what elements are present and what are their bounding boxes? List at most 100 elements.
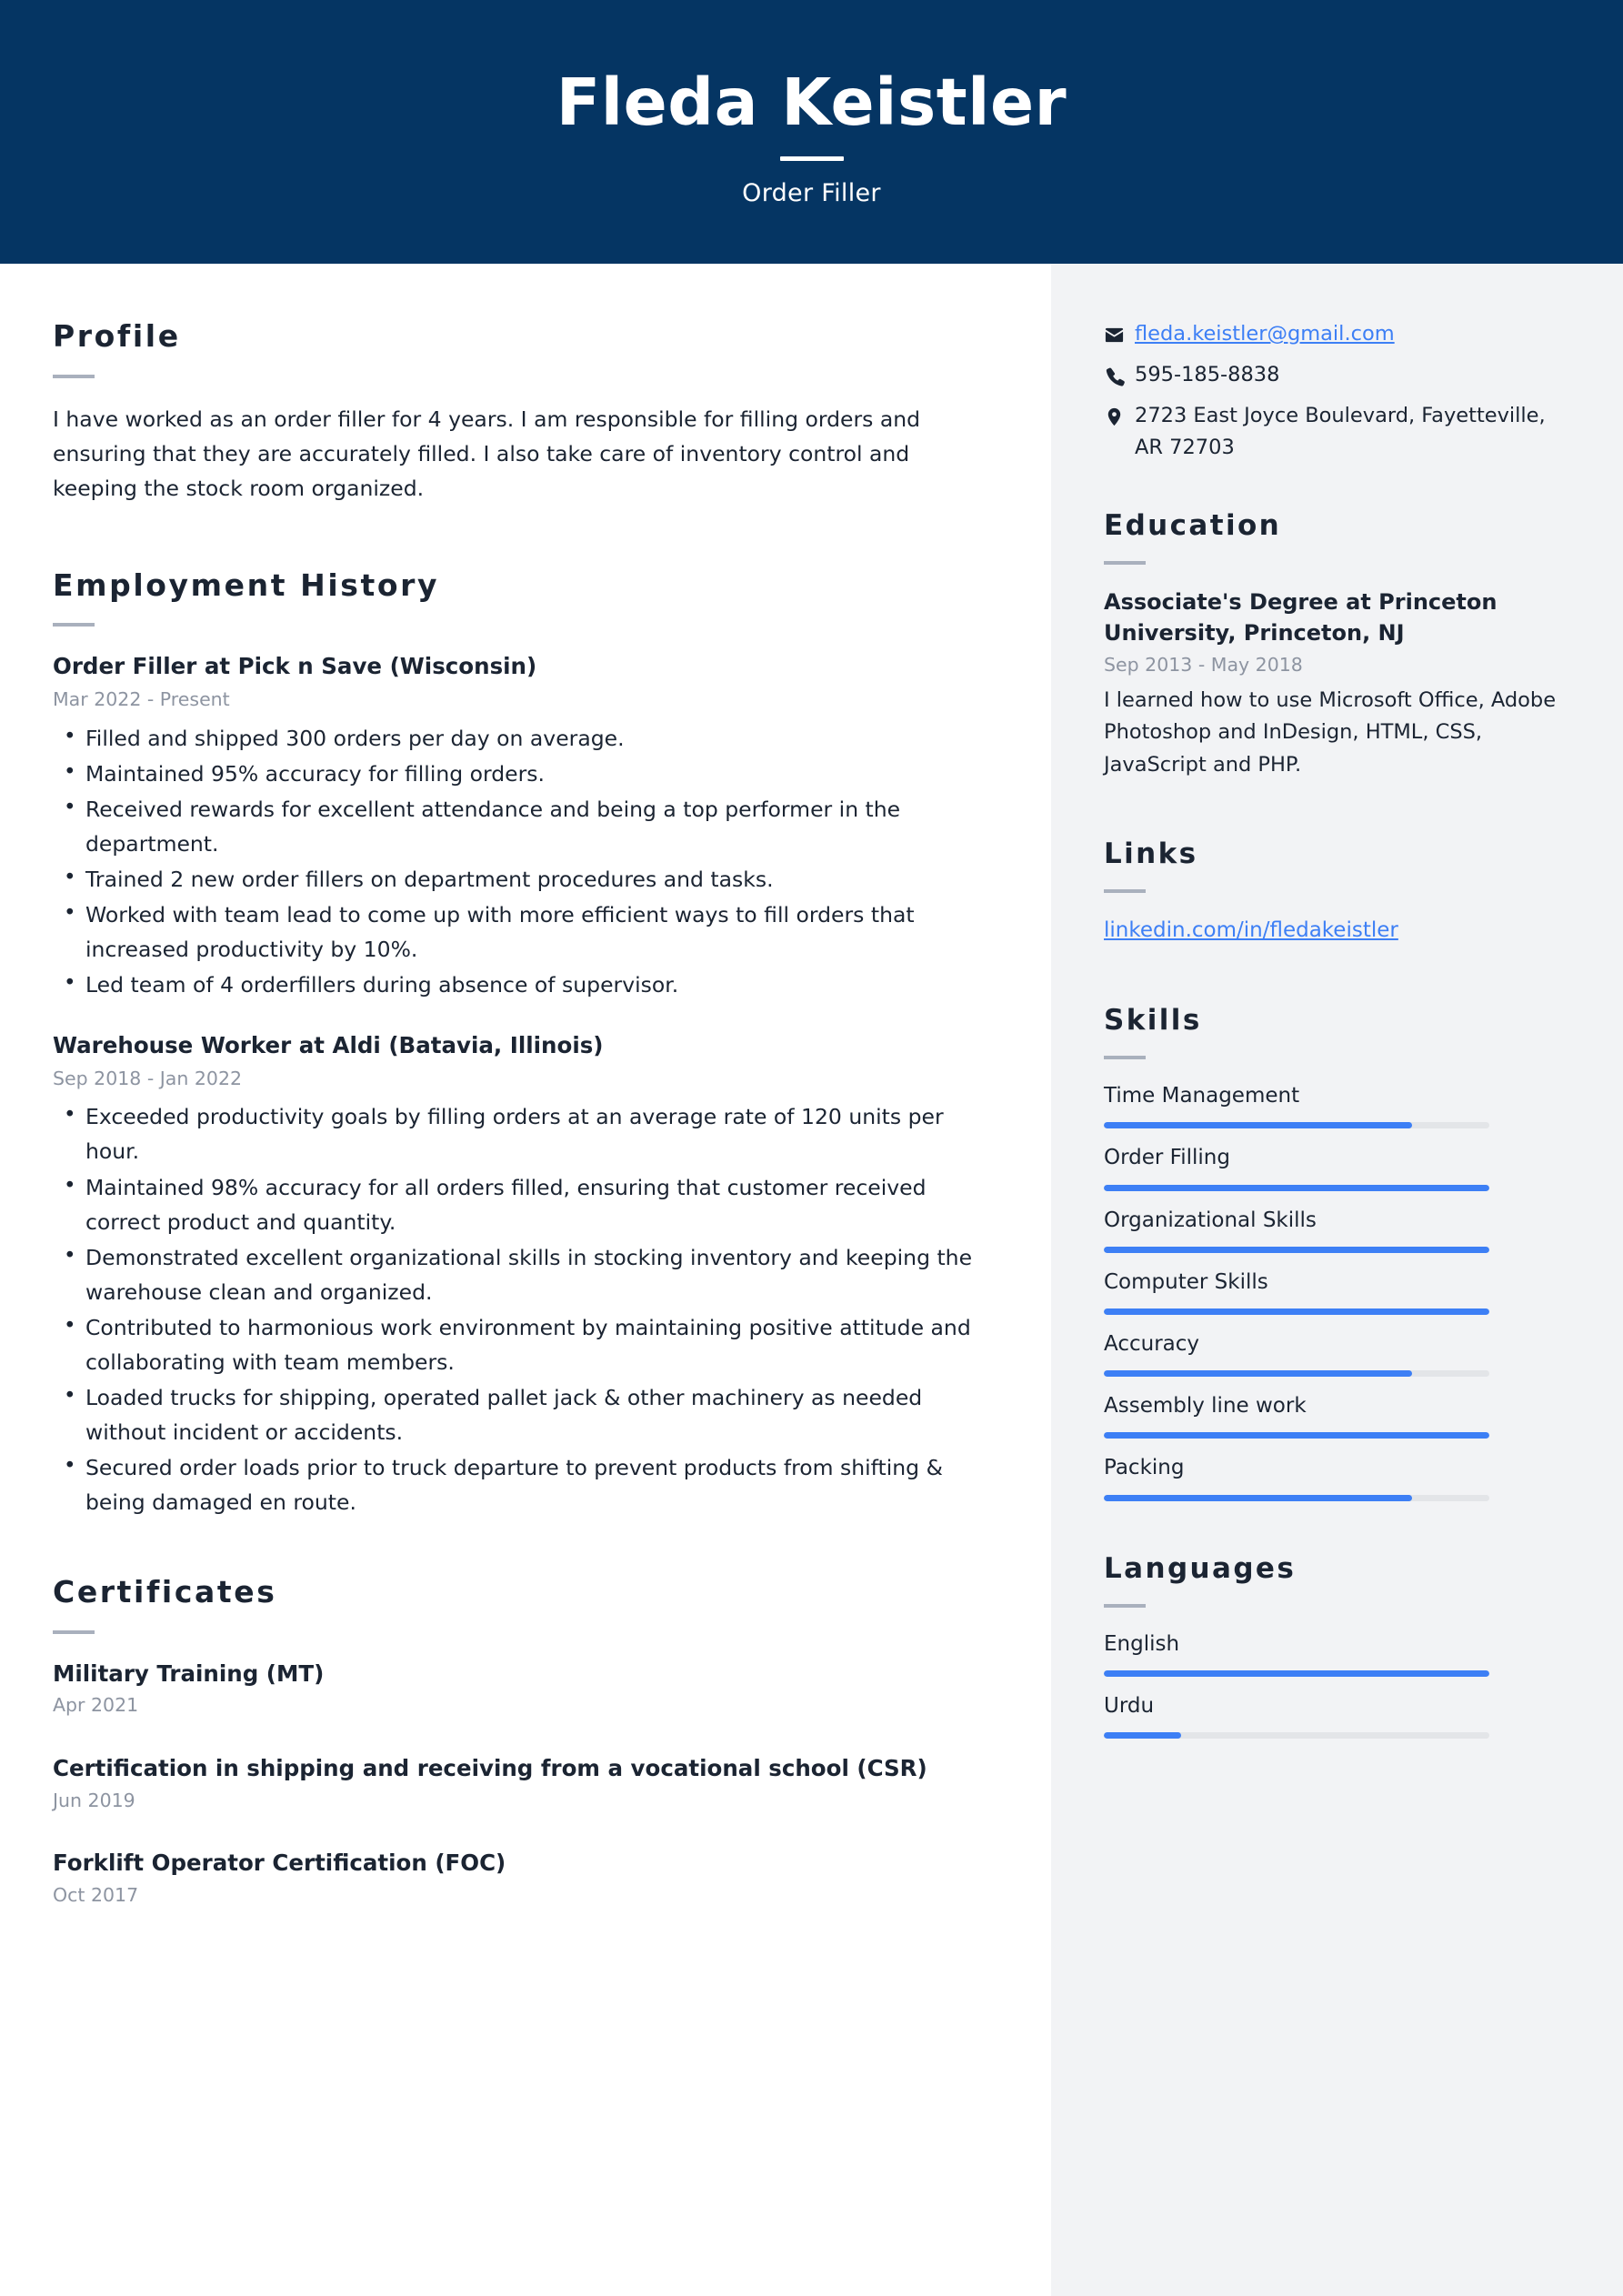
skill-item-label: Computer Skills <box>1104 1269 1268 1294</box>
employment-entry: Warehouse Worker at Aldi (Batavia, Illin… <box>53 1029 982 1519</box>
skill-item: Accuracy <box>1104 1329 1568 1378</box>
linkedin-link[interactable]: linkedin.com/in/fledakeistler <box>1104 918 1398 942</box>
certificate-title: Certification in shipping and receiving … <box>53 1755 927 1782</box>
sidebar-column: fleda.keistler@gmail.com 595-185-8838 2723… <box>1051 264 1623 2296</box>
list-item: Secured order loads prior to truck depar… <box>53 1449 982 1519</box>
list-item: Maintained 95% accuracy for filling orde… <box>53 756 982 791</box>
section-heading-links: Links <box>1104 837 1198 871</box>
list-item: Led team of 4 orderfillers during absenc… <box>53 967 982 1002</box>
list-item: Filled and shipped 300 orders per day on… <box>53 720 982 756</box>
section-heading-skills: Skills <box>1104 1004 1202 1038</box>
employment-entry: Order Filler at Pick n Save (Wisconsin) M… <box>53 650 982 1002</box>
skill-item-bar-track <box>1104 1370 1489 1378</box>
section-heading-certificates: Certificates <box>53 1574 277 1610</box>
certificate-date: Oct 2017 <box>53 1883 139 1906</box>
skill-item-label: Time Management <box>1104 1084 1300 1108</box>
language-item-label: English <box>1104 1631 1180 1656</box>
skill-item-bar-fill <box>1104 1184 1489 1191</box>
skill-item-bar-fill <box>1104 1494 1413 1501</box>
certificate-date: Apr 2021 <box>53 1694 139 1717</box>
certificate-entry: Forklift Operator Certification (FOC) Oct… <box>53 1847 982 1909</box>
list-item: Contributed to harmonious work environme… <box>53 1309 982 1379</box>
section-heading-employment: Employment History <box>53 566 440 603</box>
section-rule <box>1104 1056 1146 1060</box>
skill-item: Packing <box>1104 1453 1568 1501</box>
skill-item-label: Organizational Skills <box>1104 1208 1317 1232</box>
language-item: English <box>1104 1629 1568 1677</box>
employment-job-title: Order Filler at Pick n Save (Wisconsin) <box>53 653 537 680</box>
address-text: 2723 East Joyce Boulevard, Fayetteville,… <box>1135 403 1546 459</box>
language-item: Urdu <box>1104 1691 1568 1740</box>
education-degree: Associate's Degree at Princeton Universi… <box>1104 588 1498 646</box>
contact-row: 595-185-8838 <box>1104 359 1568 391</box>
contact-row[interactable]: fleda.keistler@gmail.com <box>1104 318 1568 350</box>
employment-job-title: Warehouse Worker at Aldi (Batavia, Illin… <box>53 1032 604 1059</box>
resume-body: Profile I have worked as an order filler… <box>0 264 1623 2296</box>
list-item: Loaded trucks for shipping, operated pal… <box>53 1379 982 1449</box>
section-heading-education: Education <box>1104 508 1282 542</box>
language-item-bar-track <box>1104 1669 1489 1677</box>
languages-list: English Urdu <box>1104 1629 1568 1740</box>
certificate-title: Forklift Operator Certification (FOC) <box>53 1850 506 1877</box>
header-divider <box>779 156 844 162</box>
education-date: Sep 2013 - May 2018 <box>1104 653 1303 676</box>
skill-item-bar-track <box>1104 1184 1489 1191</box>
section-heading-profile: Profile <box>53 318 181 354</box>
skill-item-bar-fill <box>1104 1122 1413 1129</box>
section-rule <box>53 1629 95 1634</box>
skill-item-bar-track <box>1104 1432 1489 1439</box>
profile-text: I have worked as an order filler for 4 y… <box>53 406 921 501</box>
skill-item-bar-track <box>1104 1308 1489 1315</box>
email-link[interactable]: fleda.keistler@gmail.com <box>1135 318 1395 350</box>
employment-bullet-list: Filled and shipped 300 orders per day on… <box>53 720 982 1003</box>
skill-item-bar-track <box>1104 1122 1489 1129</box>
section-education: Education Associate's Degree at Princeto… <box>1104 509 1568 782</box>
skill-item: Order Filling <box>1104 1143 1568 1191</box>
section-links: Links linkedin.com/in/fledakeistler <box>1104 837 1568 947</box>
skill-item-bar-fill <box>1104 1308 1489 1315</box>
contact-row: 2723 East Joyce Boulevard, Fayetteville,… <box>1104 400 1568 464</box>
skill-item-bar-fill <box>1104 1432 1489 1439</box>
list-item: Trained 2 new order fillers on departmen… <box>53 861 982 897</box>
skill-item-bar-track <box>1104 1246 1489 1253</box>
location-pin-icon <box>1104 400 1135 427</box>
section-profile: Profile I have worked as an order filler… <box>53 318 982 506</box>
skill-item-label: Assembly line work <box>1104 1394 1307 1419</box>
section-rule <box>1104 889 1146 894</box>
language-item-label: Urdu <box>1104 1693 1155 1718</box>
links-list: linkedin.com/in/fledakeistler <box>1104 915 1568 947</box>
section-employment-history: Employment History Order Filler at Pick … <box>53 567 982 1519</box>
main-column: Profile I have worked as an order filler… <box>0 264 1051 2296</box>
certificate-entry: Military Training (MT) Apr 2021 <box>53 1658 982 1719</box>
phone-icon <box>1104 359 1135 386</box>
language-item-bar-track <box>1104 1732 1489 1740</box>
list-item: Maintained 98% accuracy for all orders f… <box>53 1169 982 1239</box>
employment-date-range: Mar 2022 - Present <box>53 687 230 710</box>
skill-item: Time Management <box>1104 1081 1568 1129</box>
contact-list: fleda.keistler@gmail.com 595-185-8838 2723… <box>1104 318 1568 464</box>
section-certificates: Certificates Military Training (MT) Apr 2… <box>53 1574 982 1909</box>
employment-date-range: Sep 2018 - Jan 2022 <box>53 1067 243 1089</box>
list-item: Demonstrated excellent organizational sk… <box>53 1239 982 1309</box>
envelope-icon <box>1104 318 1135 346</box>
list-item: Worked with team lead to come up with mo… <box>53 897 982 967</box>
language-item-bar-fill <box>1104 1669 1489 1677</box>
phone-number: 595-185-8838 <box>1135 362 1280 386</box>
employment-bullet-list: Exceeded productivity goals by filling o… <box>53 1098 982 1519</box>
list-item: Received rewards for excellent attendanc… <box>53 791 982 861</box>
certificate-date: Jun 2019 <box>53 1789 135 1811</box>
skill-item-bar-fill <box>1104 1370 1413 1378</box>
section-languages: Languages English Urdu <box>1104 1552 1568 1740</box>
list-item: Exceeded productivity goals by filling o… <box>53 1098 982 1168</box>
skill-item: Computer Skills <box>1104 1268 1568 1315</box>
resume-header: Fleda Keistler Order Filler <box>0 0 1623 264</box>
employment-list: Order Filler at Pick n Save (Wisconsin) M… <box>53 650 982 1519</box>
section-rule <box>53 623 95 627</box>
skill-item-label: Accuracy <box>1104 1332 1200 1356</box>
language-item-bar-fill <box>1104 1732 1181 1740</box>
education-description: I learned how to use Microsoft Office, A… <box>1104 687 1557 777</box>
